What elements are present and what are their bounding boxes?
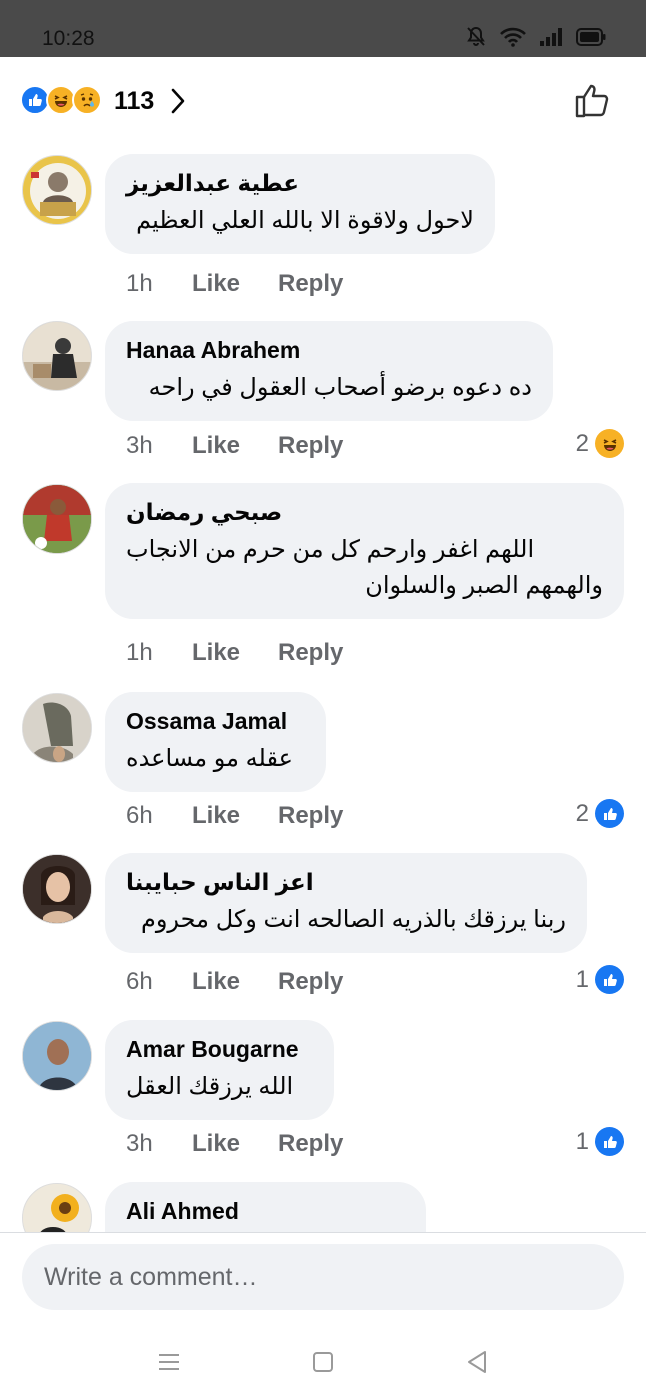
avatar[interactable]: [22, 1183, 92, 1232]
comment-reaction-count[interactable]: 1: [576, 965, 624, 994]
battery-icon: [576, 28, 606, 51]
comment-bubble[interactable]: Ali Ahmed: [105, 1182, 426, 1232]
reply-button[interactable]: Reply: [278, 802, 343, 830]
composer-divider: [0, 1232, 646, 1233]
comment-time: 6h: [126, 802, 153, 829]
avatar[interactable]: [22, 693, 92, 763]
comment-meta: 1h Like Reply: [126, 639, 343, 667]
reaction-count-number: 1: [575, 1127, 589, 1155]
comment-text: ربنا يرزقك بالذريه الصالحه انت وكل محروم: [140, 906, 566, 933]
comment-author[interactable]: Hanaa Abrahem: [126, 335, 532, 365]
comment-text: ده دعوه برضو أصحاب العقول في راحه: [148, 374, 532, 401]
comments-list[interactable]: عطية عبدالعزيز لاحول ولاقوة الا بالله ال…: [0, 143, 646, 1232]
signal-icon: [540, 28, 562, 51]
reaction-icons: [20, 85, 102, 115]
comment-time: 1h: [126, 639, 153, 666]
back-triangle-icon[interactable]: [462, 1347, 492, 1377]
comment-time: 1h: [126, 270, 153, 297]
avatar[interactable]: [22, 155, 92, 225]
comment-reaction-count[interactable]: 2: [576, 429, 624, 458]
comment-text: لاحول ولاقوة الا بالله العلي العظيم: [136, 207, 474, 234]
reaction-count[interactable]: 113: [114, 87, 154, 116]
avatar[interactable]: [22, 1021, 92, 1091]
comment-author[interactable]: Ali Ahmed: [126, 1196, 405, 1226]
comment-meta: 1h Like Reply: [126, 270, 343, 298]
menu-icon[interactable]: [154, 1347, 184, 1377]
like-button[interactable]: Like: [192, 968, 278, 996]
comment-author[interactable]: Amar Bougarne: [126, 1034, 313, 1064]
comment-meta: 6h Like Reply: [126, 802, 343, 830]
home-square-icon[interactable]: [308, 1347, 338, 1377]
system-nav-bar: [0, 1325, 646, 1400]
comment-author[interactable]: صبحي رمضان: [126, 497, 603, 527]
status-icons: [466, 26, 606, 53]
reactions-summary[interactable]: 113: [0, 57, 646, 143]
comment-bubble[interactable]: Hanaa Abrahem ده دعوه برضو أصحاب العقول …: [105, 321, 553, 421]
status-time: 10:28: [42, 27, 95, 50]
like-button[interactable]: Like: [192, 1130, 278, 1158]
like-reaction-icon: [595, 1127, 624, 1156]
like-button[interactable]: Like: [192, 802, 278, 830]
comment-text-line-1: اللهم اغفر وارحم كل من حرم من الانجاب: [126, 536, 535, 563]
comment-bubble[interactable]: Ossama Jamal عقله مو مساعده: [105, 692, 326, 792]
comment-composer[interactable]: [22, 1244, 624, 1310]
comment-reaction-count[interactable]: 2: [576, 799, 624, 828]
reaction-count-number: 2: [575, 429, 589, 457]
avatar[interactable]: [22, 854, 92, 924]
comment-time: 3h: [126, 432, 153, 459]
reply-button[interactable]: Reply: [278, 968, 343, 996]
like-button[interactable]: Like: [192, 432, 278, 460]
comment-reaction-count[interactable]: 1: [576, 1127, 624, 1156]
comment-time: 3h: [126, 1130, 153, 1157]
comment-text: الله يرزقك العقل: [126, 1073, 294, 1100]
comment-meta: 3h Like Reply: [126, 432, 343, 460]
comment-text-line-2: والهمهم الصبر والسلوان: [365, 572, 603, 599]
sad-reaction-icon: [72, 85, 102, 115]
reply-button[interactable]: Reply: [278, 270, 343, 298]
reply-button[interactable]: Reply: [278, 1130, 343, 1158]
comment-input[interactable]: [44, 1262, 602, 1292]
comment-meta: 6h Like Reply: [126, 968, 343, 996]
comment-author[interactable]: اعز الناس حبايبنا: [126, 867, 566, 897]
comment-bubble[interactable]: عطية عبدالعزيز لاحول ولاقوة الا بالله ال…: [105, 154, 495, 254]
reaction-count-number: 1: [575, 965, 589, 993]
wifi-icon: [500, 27, 526, 52]
like-button[interactable]: Like: [192, 639, 278, 667]
comment-author[interactable]: عطية عبدالعزيز: [126, 168, 474, 198]
thumbs-up-outline-icon[interactable]: [574, 81, 612, 124]
comment-time: 6h: [126, 968, 153, 995]
comment-author[interactable]: Ossama Jamal: [126, 706, 305, 736]
status-bar: 10:28: [0, 0, 646, 57]
comment-meta: 3h Like Reply: [126, 1130, 343, 1158]
like-button[interactable]: Like: [192, 270, 278, 298]
comment-text: عقله مو مساعده: [126, 745, 293, 772]
bell-off-icon: [466, 26, 486, 53]
like-reaction-icon: [595, 965, 624, 994]
like-reaction-icon: [595, 799, 624, 828]
reply-button[interactable]: Reply: [278, 639, 343, 667]
comment-bubble[interactable]: اعز الناس حبايبنا ربنا يرزقك بالذريه الص…: [105, 853, 587, 953]
avatar[interactable]: [22, 321, 92, 391]
comment-bubble[interactable]: صبحي رمضان اللهم اغفر وارحم كل من حرم من…: [105, 483, 624, 619]
reply-button[interactable]: Reply: [278, 432, 343, 460]
reaction-count-number: 2: [575, 799, 589, 827]
avatar[interactable]: [22, 484, 92, 554]
haha-reaction-icon: [595, 429, 624, 458]
comment-bubble[interactable]: Amar Bougarne الله يرزقك العقل: [105, 1020, 334, 1120]
chevron-right-icon[interactable]: [170, 87, 186, 120]
